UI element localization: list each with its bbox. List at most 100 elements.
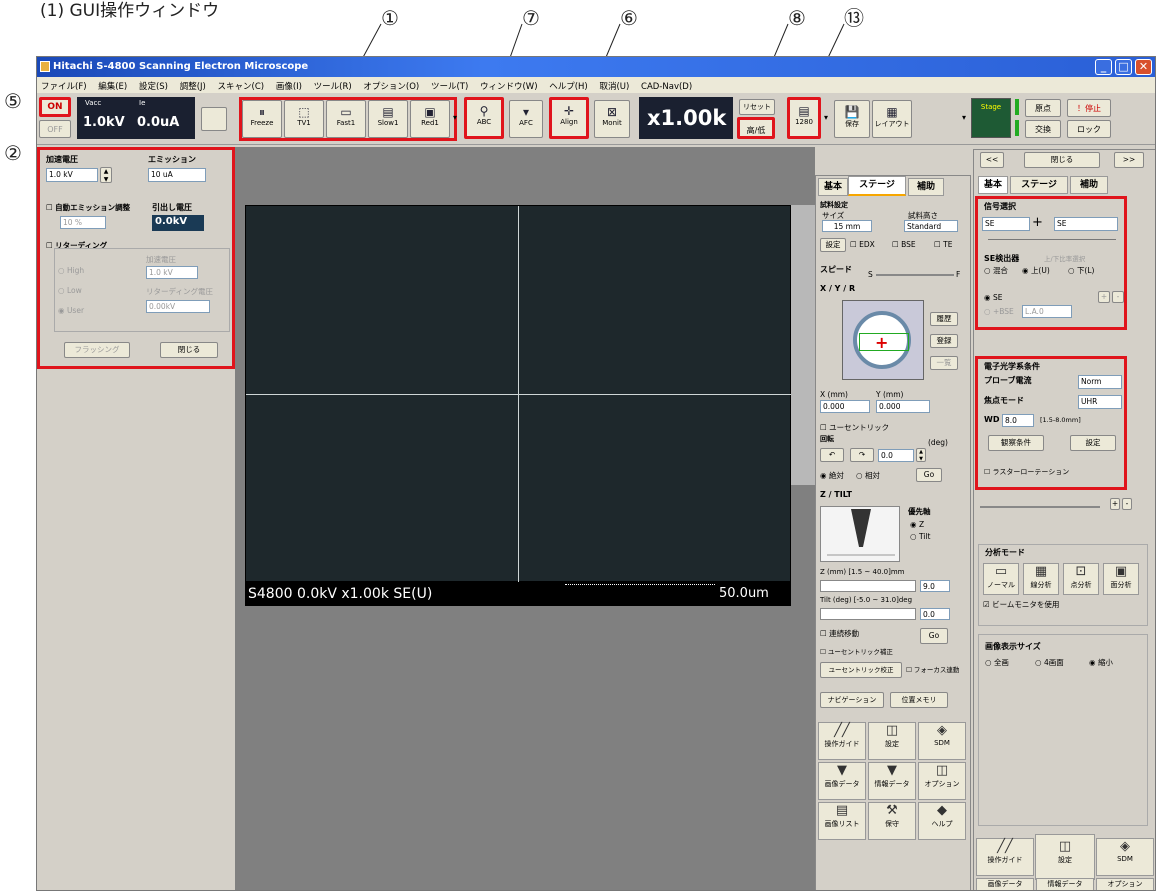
option-button-right[interactable]: オプション: [1096, 878, 1154, 890]
minimize-icon[interactable]: _: [1095, 59, 1112, 75]
retard-high-radio[interactable]: ○ High: [58, 266, 84, 275]
hv-aux-button[interactable]: [201, 107, 227, 131]
history-button[interactable]: 履歴: [930, 312, 958, 326]
absolute-radio[interactable]: ◉ 絶対: [820, 470, 844, 481]
raster-rotation-checkbox[interactable]: ☐ ラスターローテーション: [984, 467, 1069, 477]
rotation-decrease-icon[interactable]: -: [1122, 498, 1132, 510]
image-list-button[interactable]: ▤ 画像リスト: [818, 802, 866, 840]
menu-cadnav[interactable]: CAD-Nav(D): [641, 82, 692, 92]
reduced-radio[interactable]: ◉ 縮小: [1089, 657, 1113, 668]
stage-map[interactable]: +: [842, 300, 924, 380]
x-coord-field[interactable]: 0.000: [820, 400, 870, 413]
tab-auxiliary-right[interactable]: 補助: [1070, 176, 1108, 194]
point-analysis-button[interactable]: ⊡ 点分析: [1063, 563, 1099, 595]
stop-button[interactable]: ！停止: [1067, 99, 1111, 117]
acc-voltage-select[interactable]: 1.0 kV: [46, 168, 98, 182]
toolbar-dropdown-arrow-icon[interactable]: ▾: [962, 113, 966, 122]
tab-stage[interactable]: ステージ: [848, 176, 906, 196]
y-coord-field[interactable]: 0.000: [876, 400, 930, 413]
home-button[interactable]: 原点: [1025, 99, 1061, 117]
signal-mix-slider[interactable]: [988, 239, 1116, 240]
flashing-button[interactable]: フラッシング: [64, 342, 130, 358]
retard-low-radio[interactable]: ○ Low: [58, 286, 82, 295]
exchange-button[interactable]: 交換: [1025, 120, 1061, 138]
bse-increase-icon[interactable]: +: [1098, 291, 1110, 303]
auto-emission-checkbox[interactable]: ☐ 自動エミッション調整: [46, 202, 130, 213]
panel-next-button[interactable]: >>: [1114, 152, 1144, 168]
menu-undo[interactable]: 取消(U): [599, 82, 629, 92]
probe-current-select[interactable]: Norm: [1078, 375, 1122, 389]
register-button[interactable]: 登録: [930, 334, 958, 348]
rotate-spinner[interactable]: ▲ ▼: [916, 448, 926, 462]
relative-radio[interactable]: ○ 相対: [856, 470, 880, 481]
retard-voltage-field[interactable]: 0.00kV: [146, 300, 210, 313]
tab-auxiliary[interactable]: 補助: [908, 178, 944, 196]
auto-emission-select[interactable]: 10 %: [60, 216, 106, 229]
settings-button-right[interactable]: ◫ 設定: [1035, 834, 1095, 880]
red1-button[interactable]: ▣ Red1: [410, 100, 450, 138]
tab-basic-right[interactable]: 基本: [978, 176, 1008, 194]
tab-basic[interactable]: 基本: [818, 178, 848, 196]
signal-1-select[interactable]: SE: [982, 217, 1030, 231]
eucentric-checkbox[interactable]: ☐ ユーセントリック: [820, 422, 889, 433]
raster-rotation-slider[interactable]: [980, 506, 1100, 508]
panel-close-button[interactable]: 閉じる: [1024, 152, 1100, 168]
bse-radio[interactable]: ○ +BSE: [984, 307, 1014, 316]
te-checkbox[interactable]: ☐ TE: [934, 240, 952, 249]
rotate-go-button[interactable]: Go: [916, 468, 942, 482]
eo-set-button[interactable]: 設定: [1070, 435, 1116, 451]
signal-add-icon[interactable]: +: [1032, 215, 1043, 230]
layout-button[interactable]: ▦ レイアウト: [872, 100, 912, 138]
reset-button[interactable]: リセット: [739, 99, 775, 115]
eucentric-calib-button[interactable]: ユーセントリック校正: [820, 662, 902, 678]
info-data-button-right[interactable]: 情報データ: [1036, 878, 1094, 890]
wd-select[interactable]: 8.0: [1002, 414, 1034, 427]
area-analysis-button[interactable]: ▣ 面分析: [1103, 563, 1139, 595]
sample-set-button[interactable]: 設定: [820, 238, 846, 252]
mix-radio[interactable]: ○ 混合: [984, 265, 1008, 276]
speed-slider[interactable]: [876, 274, 954, 276]
afc-button[interactable]: ▾ AFC: [509, 100, 543, 138]
sdm-button[interactable]: ◈ SDM: [918, 722, 966, 760]
acc-voltage-spinner[interactable]: ▲ ▼: [100, 167, 112, 183]
menu-help[interactable]: ヘルプ(H): [549, 82, 588, 92]
bse-checkbox[interactable]: ☐ BSE: [892, 240, 916, 249]
normal-mode-button[interactable]: ▭ ノーマル: [983, 563, 1019, 595]
align-button[interactable]: ✛ Align: [549, 97, 589, 139]
lock-button[interactable]: ロック: [1067, 120, 1111, 138]
four-screen-radio[interactable]: ○ 4画面: [1035, 657, 1064, 668]
hv-close-button[interactable]: 閉じる: [160, 342, 218, 358]
list-button[interactable]: 一覧: [930, 356, 958, 370]
tilt-value-field[interactable]: 0.0: [920, 608, 950, 620]
menu-scan[interactable]: スキャン(C): [218, 82, 265, 92]
menu-settings[interactable]: 設定(S): [139, 82, 168, 92]
lower-radio[interactable]: ○ 下(L): [1068, 265, 1094, 276]
rotation-increase-icon[interactable]: +: [1110, 498, 1120, 510]
abc-button[interactable]: ⚲ ABC: [464, 97, 504, 139]
eucentric-correct-checkbox[interactable]: ☐ ユーセントリック補正: [820, 646, 893, 656]
menu-image[interactable]: 画像(I): [276, 82, 302, 92]
scan-dropdown-arrow-icon[interactable]: ▾: [453, 113, 457, 122]
sdm-button-right[interactable]: ◈ SDM: [1096, 838, 1154, 876]
navigation-button[interactable]: ナビゲーション: [820, 692, 884, 708]
ztilt-go-button[interactable]: Go: [920, 628, 948, 644]
continuous-move-checkbox[interactable]: ☐ 連続移動: [820, 628, 859, 639]
bse-select[interactable]: L.A.0: [1022, 305, 1072, 318]
settings-button[interactable]: ◫ 設定: [868, 722, 916, 760]
operation-guide-button-right[interactable]: ╱╱ 操作ガイド: [976, 838, 1034, 876]
menu-window[interactable]: ウィンドウ(W): [480, 82, 538, 92]
save-button[interactable]: 💾 保存: [834, 100, 870, 138]
emission-select[interactable]: 10 uA: [148, 168, 206, 182]
operation-guide-button[interactable]: ╱╱ 操作ガイド: [818, 722, 866, 760]
signal-2-select[interactable]: SE: [1054, 217, 1118, 231]
retard-acc-select[interactable]: 1.0 kV: [146, 266, 198, 279]
menu-adjust[interactable]: 調整(J): [180, 82, 206, 92]
help-button[interactable]: ◆ ヘルプ: [918, 802, 966, 840]
image-data-button-right[interactable]: 画像データ: [976, 878, 1034, 890]
upper-radio[interactable]: ◉ 上(U): [1022, 265, 1050, 276]
info-data-button[interactable]: ▼ 情報データ: [868, 762, 916, 800]
position-memory-button[interactable]: 位置メモリ: [890, 692, 948, 708]
se-radio[interactable]: ◉ SE: [984, 293, 1002, 302]
menu-edit[interactable]: 編集(E): [98, 82, 127, 92]
fast1-button[interactable]: ▭ Fast1: [326, 100, 366, 138]
